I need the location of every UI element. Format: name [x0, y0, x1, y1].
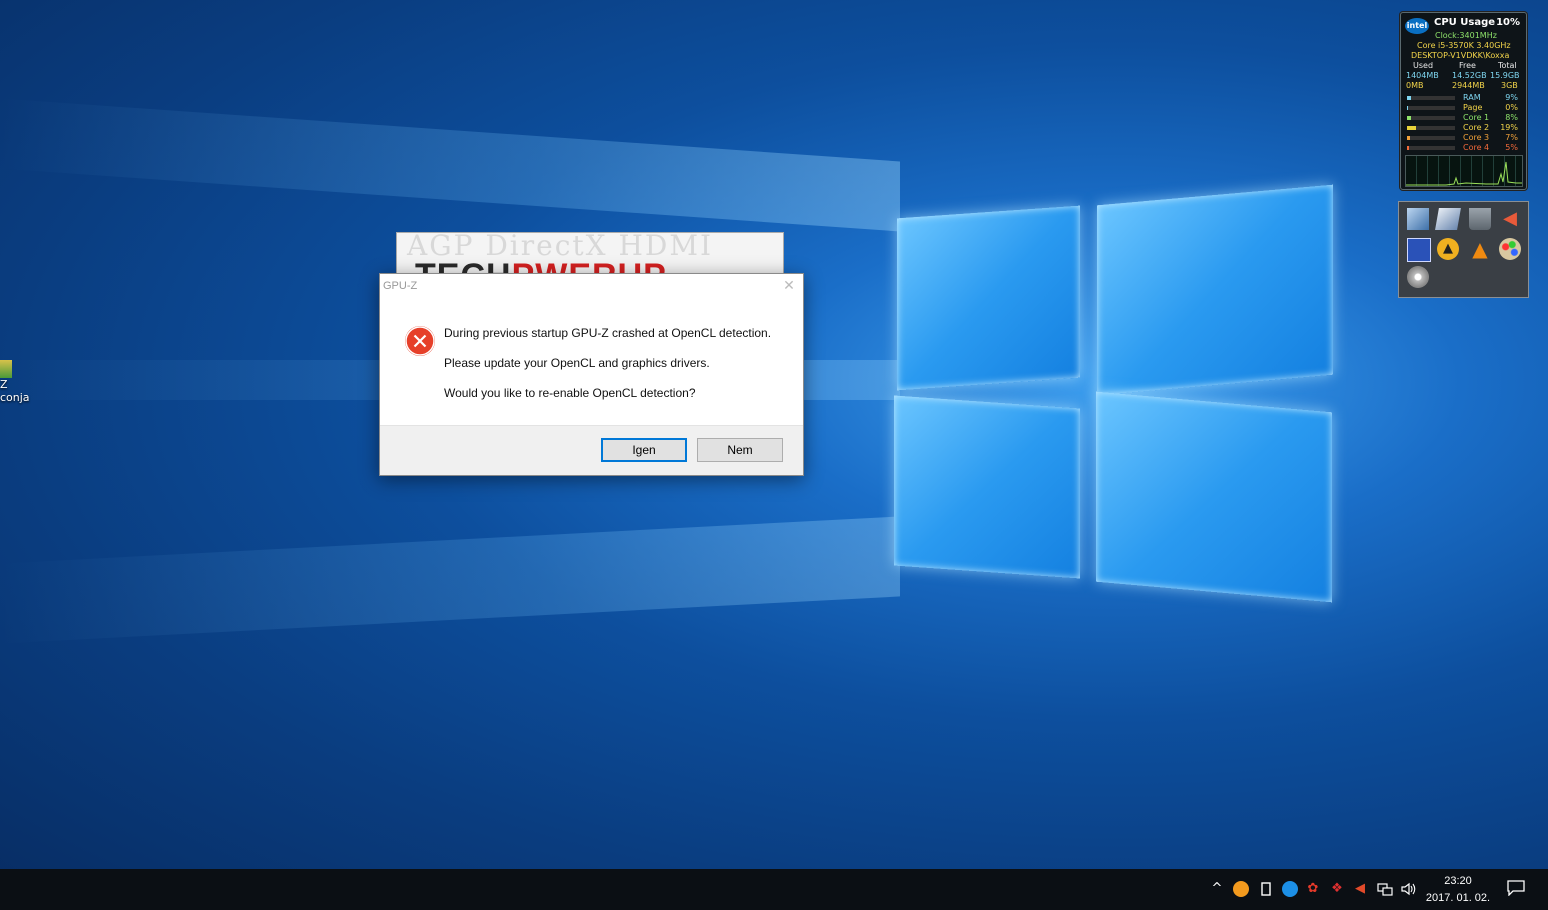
meter-value: 0%: [1505, 103, 1518, 112]
dialog-footer: Igen Nem: [380, 425, 803, 475]
desktop-shortcut-label-1: Z: [0, 378, 8, 391]
meter-bar: [1407, 106, 1455, 110]
meter-fill: [1407, 96, 1412, 100]
dialog-title: GPU-Z: [383, 280, 418, 292]
vlc-cone-icon[interactable]: ▲: [1469, 238, 1491, 260]
cpu-name: Core i5-3570K 3.40GHz: [1417, 41, 1511, 50]
dialog-message-line-2: Please update your OpenCL and graphics d…: [444, 356, 710, 370]
page-free: 2944MB: [1452, 81, 1485, 90]
meter-label: Core 4 5%: [1463, 143, 1518, 152]
meter-value: 8%: [1505, 113, 1518, 122]
page-total: 3GB: [1501, 81, 1518, 90]
error-icon: [405, 326, 435, 356]
desktop-shortcut[interactable]: Z conja: [0, 360, 32, 404]
dialog-message-line-1: During previous startup GPU-Z crashed at…: [444, 326, 772, 340]
desktop-shortcut-label-2: conja: [0, 391, 30, 404]
clock-time: 23:20: [1444, 875, 1472, 887]
launcher-gadget: ◀ ▲ ▲: [1398, 201, 1529, 298]
meter-value: 19%: [1500, 123, 1518, 132]
meter-value: 5%: [1505, 143, 1518, 152]
gpuz-splash: AGP DirectX HDMI TECHPWERUP: [396, 232, 784, 278]
intel-logo-icon: intel: [1405, 18, 1429, 34]
cpu-history-graph: [1405, 155, 1523, 187]
orange-app-tray-icon[interactable]: [1233, 881, 1249, 897]
red-speaker-tray-icon[interactable]: ◀: [1352, 881, 1368, 897]
host-name: DESKTOP-V1VDKK\Koxxa: [1411, 51, 1510, 60]
meter-fill: [1407, 146, 1410, 150]
recycle-bin-icon[interactable]: [1469, 208, 1491, 230]
meter-bar: [1407, 146, 1455, 150]
paint-palette-icon[interactable]: [1499, 238, 1521, 260]
meter-label: Core 2 19%: [1463, 123, 1518, 132]
meter-name: Page: [1463, 103, 1483, 112]
gpuz-error-dialog: GPU-Z ✕ During previous startup GPU-Z cr…: [379, 273, 804, 476]
red-paw-tray-icon[interactable]: ❖: [1329, 881, 1345, 897]
taskbar-clock[interactable]: 23:20 2017. 01. 02.: [1421, 873, 1495, 907]
page-used: 0MB: [1406, 81, 1424, 90]
meter-name: Core 2: [1463, 123, 1490, 132]
speaker-icon[interactable]: ◀: [1499, 208, 1521, 230]
meter-value: 7%: [1505, 133, 1518, 142]
wallpaper-beam: [0, 98, 900, 232]
meter-name: Core 3: [1463, 133, 1490, 142]
meter-fill: [1407, 116, 1411, 120]
wallpaper-logo-pane: [897, 205, 1080, 391]
wallpaper-logo-pane: [1097, 184, 1333, 396]
action-center-icon[interactable]: [1507, 880, 1525, 897]
meter-label: Core 3 7%: [1463, 133, 1518, 142]
ram-total: 15.9GB: [1490, 71, 1520, 80]
col-used: Used: [1413, 61, 1434, 70]
meter-fill: [1407, 136, 1411, 140]
col-total: Total: [1498, 61, 1517, 70]
taskbar: ^ ✿ ❖ ◀ 23:20 2017. 01. 02.: [0, 869, 1548, 910]
meter-bar: [1407, 136, 1455, 140]
meter-bar: [1407, 126, 1455, 130]
usb-device-tray-icon[interactable]: [1258, 881, 1274, 897]
meter-label: RAM 9%: [1463, 93, 1518, 102]
clock-date: 2017. 01. 02.: [1425, 892, 1491, 904]
ram-used: 1404MB: [1406, 71, 1439, 80]
alert-triangle-icon[interactable]: ▲: [1437, 238, 1459, 260]
ram-free: 14.52GB: [1452, 71, 1487, 80]
dialog-titlebar[interactable]: GPU-Z ✕: [380, 274, 803, 300]
huawei-tray-icon[interactable]: ✿: [1305, 881, 1321, 897]
cpu-usage-value: 10%: [1496, 17, 1520, 28]
meter-bar: [1407, 116, 1455, 120]
meter-bar: [1407, 96, 1455, 100]
meter-fill: [1407, 126, 1417, 130]
floppy-save-icon[interactable]: [1407, 238, 1431, 262]
cpu-usage-gadget[interactable]: intel CPU Usage 10% Clock:3401MHz Core i…: [1400, 12, 1527, 190]
meter-name: RAM: [1463, 93, 1481, 102]
col-free: Free: [1459, 61, 1476, 70]
wallpaper-logo-pane: [1096, 391, 1332, 603]
cpu-gadget-title: CPU Usage: [1434, 17, 1496, 28]
blue-bolt-tray-icon[interactable]: [1282, 881, 1298, 897]
computer-icon[interactable]: [1407, 208, 1429, 230]
disc-tool-icon[interactable]: [1407, 266, 1429, 288]
close-icon[interactable]: ✕: [781, 278, 797, 294]
no-button[interactable]: Nem: [697, 438, 783, 462]
meter-label: Core 1 8%: [1463, 113, 1518, 122]
wallpaper-beam: [0, 516, 900, 644]
meter-name: Core 4: [1463, 143, 1490, 152]
meter-value: 9%: [1505, 93, 1518, 102]
meter-name: Core 1: [1463, 113, 1490, 122]
yes-button[interactable]: Igen: [601, 438, 687, 462]
meter-fill: [1407, 106, 1408, 110]
dialog-body: During previous startup GPU-Z crashed at…: [380, 300, 803, 426]
wallpaper-logo-pane: [894, 395, 1080, 579]
gpuz-app-icon: [0, 360, 12, 378]
laptop-icon[interactable]: [1435, 208, 1461, 230]
volume-icon[interactable]: [1400, 881, 1416, 897]
dialog-message-line-3: Would you like to re-enable OpenCL detec…: [444, 386, 696, 400]
show-hidden-icons-chevron-icon[interactable]: ^: [1209, 881, 1225, 897]
cpu-clock: Clock:3401MHz: [1435, 31, 1497, 40]
network-icon[interactable]: [1377, 881, 1393, 897]
meter-label: Page 0%: [1463, 103, 1518, 112]
